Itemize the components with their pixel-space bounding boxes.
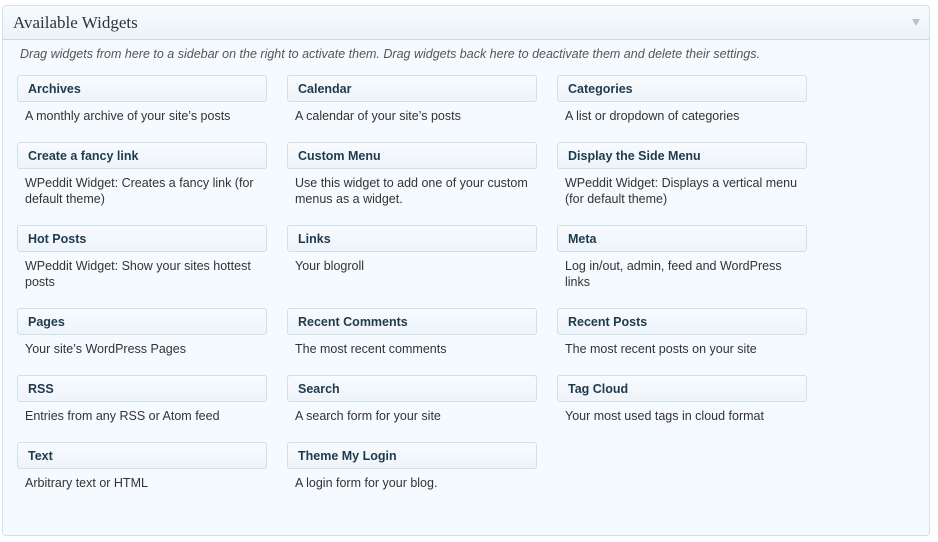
widget-item: RSS Entries from any RSS or Atom feed [17,375,287,442]
widget-description: WPeddit Widget: Displays a vertical menu… [565,176,798,206]
widget-item: Theme My Login A login form for your blog… [287,442,557,509]
widget-item: Archives A monthly archive of your site’s… [17,75,287,142]
widget-item: Recent Posts The most recent posts on you… [557,308,827,375]
panel-description: Drag widgets from here to a sidebar on t… [20,47,760,61]
widget-description: Arbitrary text or HTML [25,476,148,490]
widget-title-handle[interactable]: RSS [17,375,267,402]
panel-header[interactable]: Available Widgets [3,6,929,40]
widget-title-handle[interactable]: Categories [557,75,807,102]
widget-item: Recent Comments The most recent comments [287,308,557,375]
widget-description: A monthly archive of your site’s posts [25,109,231,123]
widget-description: Your site’s WordPress Pages [25,342,186,356]
widget-title-handle[interactable]: Custom Menu [287,142,537,169]
panel-title: Available Widgets [13,13,138,32]
widget-description: Log in/out, admin, feed and WordPress li… [565,259,782,289]
widget-item: Text Arbitrary text or HTML [17,442,287,509]
widget-item: Meta Log in/out, admin, feed and WordPres… [557,225,827,308]
widget-item: Categories A list or dropdown of categori… [557,75,827,142]
widget-title-handle[interactable]: Search [287,375,537,402]
widget-title-handle[interactable]: Meta [557,225,807,252]
widget-item: Hot Posts WPeddit Widget: Show your sites… [17,225,287,308]
widget-list: Archives A monthly archive of your site’s… [17,75,827,509]
widget-description: Entries from any RSS or Atom feed [25,409,220,423]
widget-title-handle[interactable]: Pages [17,308,267,335]
widget-item: Links Your blogroll [287,225,557,308]
widget-item: Custom Menu Use this widget to add one of… [287,142,557,225]
widget-description: Your blogroll [295,259,365,273]
widget-title-handle[interactable]: Text [17,442,267,469]
widget-title-handle[interactable]: Create a fancy link [17,142,267,169]
widget-item: Tag Cloud Your most used tags in cloud fo… [557,375,827,442]
widget-description: Use this widget to add one of your custo… [295,176,528,206]
widget-item: Display the Side Menu WPeddit Widget: Dis… [557,142,827,225]
widget-title-handle[interactable]: Links [287,225,537,252]
widget-item: Search A search form for your site [287,375,557,442]
widget-item: Create a fancy link WPeddit Widget: Creat… [17,142,287,225]
collapse-arrow-icon[interactable] [912,19,920,26]
widget-item: Pages Your site’s WordPress Pages [17,308,287,375]
widget-description: A search form for your site [295,409,441,423]
widget-title-handle[interactable]: Archives [17,75,267,102]
widget-title-handle[interactable]: Tag Cloud [557,375,807,402]
widget-title-handle[interactable]: Calendar [287,75,537,102]
widget-title-handle[interactable]: Theme My Login [287,442,537,469]
widget-title-handle[interactable]: Hot Posts [17,225,267,252]
widget-description: The most recent comments [295,342,447,356]
widget-description: WPeddit Widget: Creates a fancy link (fo… [25,176,254,206]
widget-description: WPeddit Widget: Show your sites hottest … [25,259,251,289]
widget-description: A calendar of your site’s posts [295,109,461,123]
widget-description: A list or dropdown of categories [565,109,740,123]
widget-title-handle[interactable]: Recent Comments [287,308,537,335]
widget-description: A login form for your blog. [295,476,438,490]
available-widgets-panel: Available Widgets Drag widgets from here… [2,5,930,536]
widget-title-handle[interactable]: Recent Posts [557,308,807,335]
widget-description: Your most used tags in cloud format [565,409,764,423]
widget-description: The most recent posts on your site [565,342,757,356]
widget-item: Calendar A calendar of your site’s posts [287,75,557,142]
widget-title-handle[interactable]: Display the Side Menu [557,142,807,169]
